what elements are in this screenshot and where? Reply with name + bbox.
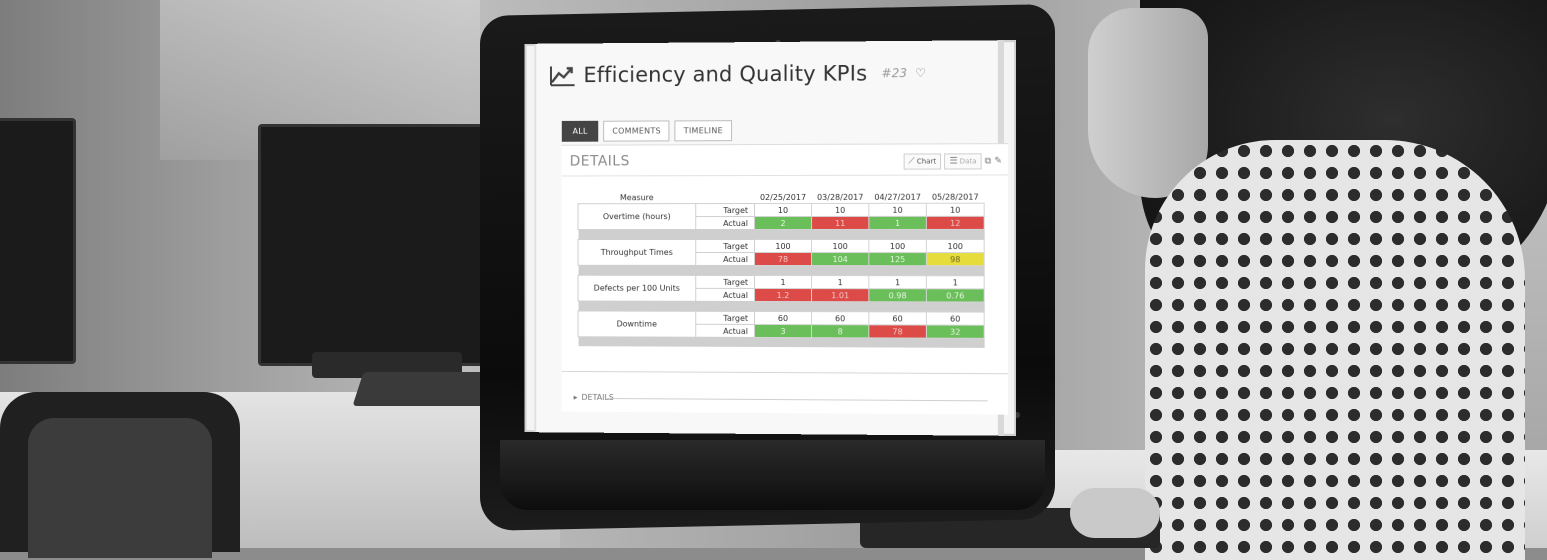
target-cell: 1 <box>926 276 984 289</box>
background-monitor-left <box>0 118 76 364</box>
table-row: Downtime Target 60 60 60 60 <box>578 311 984 325</box>
chart-icon: ⟋ <box>908 157 914 167</box>
target-cell: 60 <box>755 311 812 324</box>
target-cell: 10 <box>926 203 984 216</box>
actual-label: Actual <box>696 217 755 230</box>
target-cell: 100 <box>926 240 984 253</box>
actual-cell: 1 <box>869 216 927 229</box>
target-label: Target <box>696 311 755 324</box>
chevron-right-icon: ▸ <box>574 393 578 402</box>
table-row: Throughput Times Target 100 100 100 100 <box>578 239 984 252</box>
actual-cell: 12 <box>926 216 984 229</box>
target-label: Target <box>696 239 755 252</box>
target-label: Target <box>696 275 755 288</box>
details-title: DETAILS <box>570 153 630 169</box>
target-cell: 60 <box>812 312 869 325</box>
measure-name: Downtime <box>578 311 696 337</box>
target-cell: 1 <box>755 275 812 288</box>
data-view-label: Data <box>960 157 977 165</box>
app-page: Efficiency and Quality KPIs #23 ♡ ALL CO… <box>534 40 1004 436</box>
person-patterned-sweater <box>1145 140 1525 560</box>
page-header: Efficiency and Quality KPIs #23 ♡ <box>550 61 926 87</box>
date-header: 04/27/2017 <box>869 191 927 204</box>
heart-outline-icon[interactable]: ♡ <box>915 66 926 80</box>
table-row: Overtime (hours) Target 10 10 10 10 <box>578 203 984 216</box>
target-cell: 100 <box>869 240 927 253</box>
target-cell: 1 <box>812 276 869 289</box>
target-cell: 60 <box>869 312 927 325</box>
actual-label: Actual <box>696 324 755 337</box>
divider <box>562 174 1008 176</box>
target-cell: 100 <box>812 240 869 253</box>
target-label: Target <box>696 204 755 217</box>
row-separator <box>578 337 984 348</box>
table-row: Defects per 100 Units Target 1 1 1 1 <box>578 275 984 289</box>
actual-cell: 78 <box>755 252 812 265</box>
page-number: #23 <box>881 66 907 80</box>
actual-cell: 1.01 <box>812 289 869 302</box>
measure-header: Measure <box>578 191 696 204</box>
edit-pencil-icon[interactable]: ✎ <box>994 156 1002 166</box>
actual-cell: 2 <box>755 216 812 229</box>
data-view-button[interactable]: ☰ Data <box>944 153 981 169</box>
list-icon: ☰ <box>949 156 957 166</box>
measure-name: Overtime (hours) <box>578 204 696 230</box>
measure-name: Throughput Times <box>578 239 696 265</box>
table-header-row: Measure 02/25/2017 03/28/2017 04/27/2017… <box>578 191 984 204</box>
tab-timeline[interactable]: TIMELINE <box>675 120 732 141</box>
page-title: Efficiency and Quality KPIs <box>583 61 867 87</box>
background-monitor-center <box>258 124 496 366</box>
copy-icon[interactable]: ⧉ <box>985 156 992 166</box>
actual-cell: 8 <box>812 325 869 338</box>
tab-comments[interactable]: COMMENTS <box>603 120 669 141</box>
actual-cell: 3 <box>755 324 812 337</box>
line-chart-icon <box>550 64 576 86</box>
actual-cell: 104 <box>812 253 869 266</box>
view-toolbar: ⟋ Chart ☰ Data ⧉ ✎ <box>903 153 1002 169</box>
date-header: 02/25/2017 <box>755 191 812 204</box>
actual-cell: 0.76 <box>926 289 984 302</box>
date-header: 05/28/2017 <box>926 191 984 204</box>
actual-cell: 0.98 <box>869 289 927 302</box>
actual-cell: 32 <box>926 325 984 338</box>
actual-cell: 78 <box>869 325 927 338</box>
actual-label: Actual <box>696 252 755 265</box>
target-cell: 1 <box>869 276 927 289</box>
tab-bar: ALL COMMENTS TIMELINE <box>562 120 732 142</box>
person-face <box>1088 8 1208 198</box>
target-cell: 10 <box>869 203 927 216</box>
row-separator <box>578 265 984 276</box>
chart-view-label: Chart <box>917 157 936 165</box>
target-cell: 10 <box>755 203 812 216</box>
row-separator <box>578 229 984 239</box>
office-chair-back <box>28 418 212 558</box>
chart-view-button[interactable]: ⟋ Chart <box>903 153 941 169</box>
tab-all[interactable]: ALL <box>562 121 599 142</box>
kpi-table: Measure 02/25/2017 03/28/2017 04/27/2017… <box>578 191 985 348</box>
measure-name: Defects per 100 Units <box>578 275 696 301</box>
target-cell: 100 <box>755 239 812 252</box>
target-cell: 60 <box>926 312 984 325</box>
target-cell: 10 <box>812 203 869 216</box>
monitor-chin <box>500 440 1045 510</box>
date-header: 03/28/2017 <box>812 191 869 204</box>
person-hand <box>1070 488 1160 538</box>
actual-label: Actual <box>696 288 755 301</box>
actual-cell: 1.2 <box>755 288 812 301</box>
monitor-screen: Efficiency and Quality KPIs #23 ♡ ALL CO… <box>524 40 1016 436</box>
actual-cell: 98 <box>926 253 984 266</box>
actual-cell: 125 <box>869 253 927 266</box>
actual-cell: 11 <box>812 216 869 229</box>
